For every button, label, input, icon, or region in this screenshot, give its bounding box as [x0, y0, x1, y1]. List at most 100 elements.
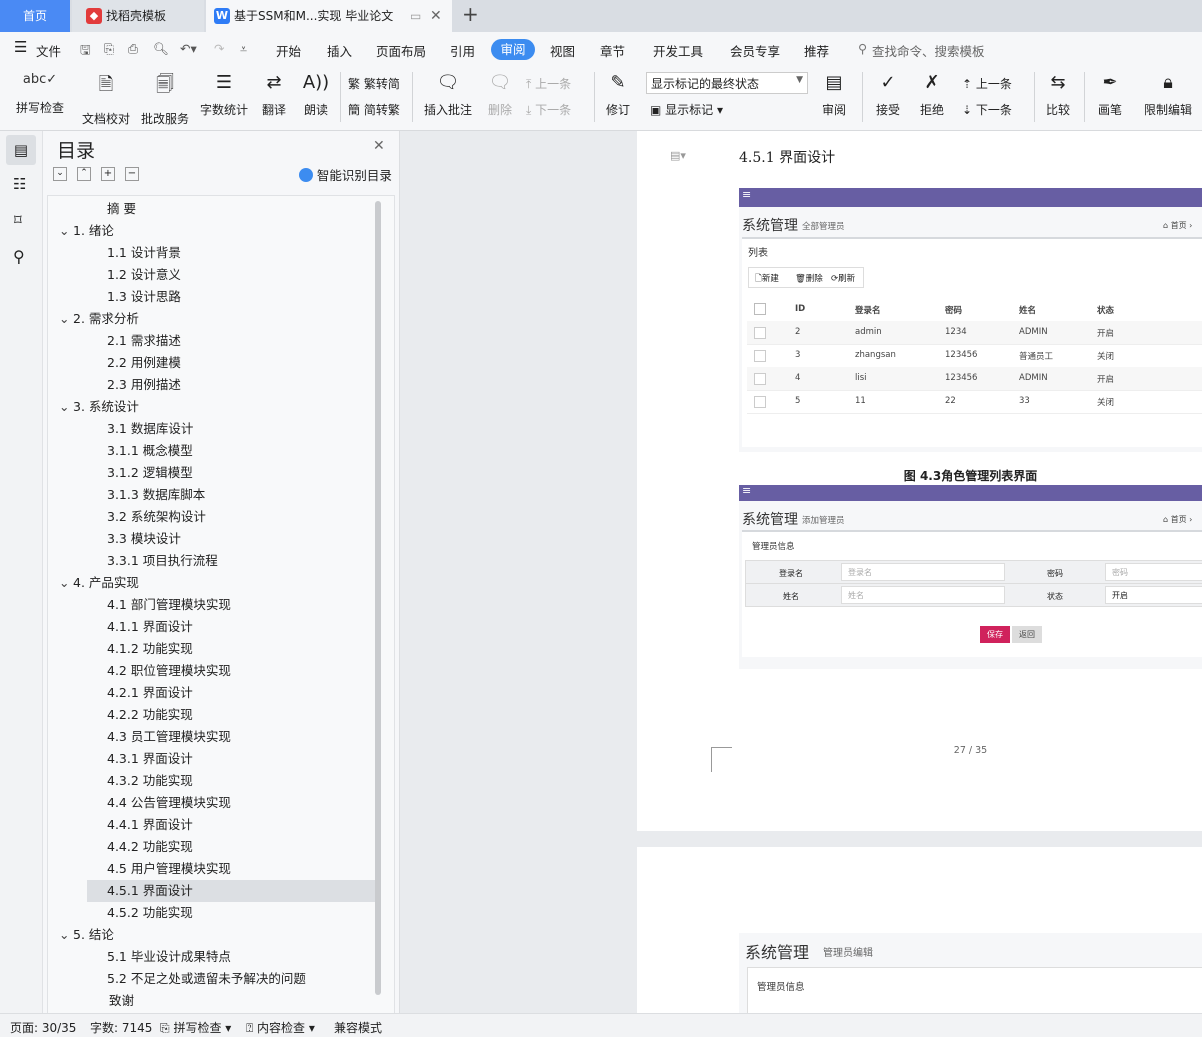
batch-service-button[interactable]: 🗐 批改服务 — [140, 72, 190, 127]
toc-item[interactable]: ⌄ 4. 产品实现 — [59, 572, 375, 594]
chevron-down-icon[interactable]: ⌄ — [59, 572, 73, 594]
toc-item[interactable]: 1.1 设计背景 — [87, 242, 375, 264]
delete-comment-button[interactable]: 🗨 删除 — [480, 72, 520, 118]
menu-start[interactable]: 开始 — [276, 41, 301, 60]
toc-view-icon[interactable]: ▤ — [6, 135, 36, 165]
toc-item[interactable]: 3.1.1 概念模型 — [87, 440, 375, 462]
more-chevron-icon[interactable]: ⩡ — [240, 41, 247, 57]
insert-comment-button[interactable]: 🗨 插入批注 — [420, 72, 476, 118]
undo-icon[interactable]: ↶▾ — [180, 41, 197, 56]
content-check-status[interactable]: ⍰ 内容检查 ▾ — [246, 1019, 315, 1036]
toc-item[interactable]: 3.3 模块设计 — [87, 528, 375, 550]
save-icon[interactable]: 🖫 — [80, 41, 91, 62]
toc-item[interactable]: 摘 要 — [87, 198, 375, 220]
page-indicator[interactable]: 页面: 30/35 — [10, 1019, 76, 1036]
review-button[interactable]: ▤ 审阅 — [816, 72, 852, 118]
toc-item[interactable]: ⌄ 2. 需求分析 — [59, 308, 375, 330]
toc-item[interactable]: 3.1.2 逻辑模型 — [87, 462, 375, 484]
add-level-icon[interactable]: + — [101, 167, 115, 181]
pin-icon[interactable]: ▭ — [410, 0, 421, 32]
menu-file[interactable]: 文件 — [36, 41, 61, 60]
toc-item[interactable]: 4.1 部门管理模块实现 — [87, 594, 375, 616]
hamburger-icon[interactable]: ☰ — [14, 38, 27, 56]
menu-developer[interactable]: 开发工具 — [653, 41, 703, 60]
next-comment-button[interactable]: ⤓ 下一条 — [526, 101, 571, 118]
close-tab-icon[interactable]: ✕ — [430, 0, 442, 32]
compare-button[interactable]: ⇆ 比较 — [1040, 72, 1076, 118]
close-panel-icon[interactable]: ✕ — [373, 138, 385, 154]
toc-item[interactable]: 2.2 用例建模 — [87, 352, 375, 374]
doc-proof-button[interactable]: 🗎 文档校对 — [80, 72, 132, 127]
redo-icon[interactable]: ↷ — [214, 41, 224, 56]
toc-item[interactable]: 4.3.2 功能实现 — [87, 770, 375, 792]
toc-item[interactable]: 4.2.1 界面设计 — [87, 682, 375, 704]
toc-item[interactable]: 5.1 毕业设计成果特点 — [87, 946, 375, 968]
menu-recommend[interactable]: 推荐 — [804, 41, 829, 60]
toc-item[interactable]: 4.4 公告管理模块实现 — [87, 792, 375, 814]
chevron-down-icon[interactable]: ⌄ — [59, 924, 73, 946]
markup-state-select[interactable]: 显示标记的最终状态 ▼ — [646, 72, 808, 94]
chevron-down-icon[interactable]: ⌄ — [59, 220, 73, 242]
toc-item[interactable]: 4.2 职位管理模块实现 — [87, 660, 375, 682]
search-icon[interactable]: ⚲ — [858, 41, 867, 56]
toc-item[interactable]: 1.3 设计思路 — [87, 286, 375, 308]
to-simplified-button[interactable]: 簡 简转繁 — [348, 101, 400, 118]
toc-item[interactable]: 4.3 员工管理模块实现 — [87, 726, 375, 748]
bookmark-icon[interactable]: ⌑ — [14, 211, 22, 229]
translate-button[interactable]: ⇄ 翻译 — [256, 72, 292, 118]
toc-item[interactable]: 2.3 用例描述 — [87, 374, 375, 396]
prev-comment-button[interactable]: ⤒ 上一条 — [526, 75, 571, 92]
export-pdf-icon[interactable]: ⎘ — [104, 41, 114, 57]
read-aloud-button[interactable]: A)) 朗读 — [300, 72, 332, 118]
menu-member[interactable]: 会员专享 — [730, 41, 780, 60]
toc-item-selected[interactable]: 4.5.1 界面设计 — [87, 880, 375, 902]
prev-change-button[interactable]: ⇡ 上一条 — [962, 75, 1012, 92]
menu-review[interactable]: 审阅 — [491, 39, 535, 60]
chevron-down-icon[interactable]: ⌄ — [59, 396, 73, 418]
toc-item[interactable]: 4.5 用户管理模块实现 — [87, 858, 375, 880]
toc-item[interactable]: 4.4.2 功能实现 — [87, 836, 375, 858]
menu-page-layout[interactable]: 页面布局 — [376, 41, 426, 60]
word-count-indicator[interactable]: 字数: 7145 — [90, 1019, 152, 1036]
toc-item[interactable]: 2.1 需求描述 — [87, 330, 375, 352]
to-traditional-button[interactable]: 繁 繁转简 — [348, 75, 400, 92]
toc-item[interactable]: 4.4.1 界面设计 — [87, 814, 375, 836]
restrict-edit-button[interactable]: 🔒︎ 限制编辑 — [1138, 72, 1198, 118]
find-icon[interactable]: ⚲ — [13, 247, 25, 266]
toc-item[interactable]: 4.5.2 功能实现 — [87, 902, 375, 924]
print-icon[interactable]: ⎙ — [128, 41, 138, 57]
new-tab-icon[interactable]: + — [462, 2, 479, 26]
toc-item[interactable]: 3.3.1 项目执行流程 — [87, 550, 375, 572]
expand-up-icon[interactable]: ⌃ — [77, 167, 91, 181]
pen-button[interactable]: ✒ 画笔 — [1092, 72, 1128, 118]
menu-view[interactable]: 视图 — [550, 41, 575, 60]
toc-item[interactable]: ⌄ 3. 系统设计 — [59, 396, 375, 418]
paragraph-icon[interactable]: ▤▾ — [670, 149, 686, 162]
outline-icon[interactable]: ☷ — [13, 175, 26, 193]
toc-scrollbar[interactable] — [375, 201, 381, 995]
tab-home[interactable]: 首页 — [0, 0, 70, 32]
reject-button[interactable]: ✗ 拒绝 — [914, 72, 950, 118]
revise-button[interactable]: ✎ 修订 — [600, 72, 636, 118]
spellcheck-button[interactable]: abc✓ 拼写检查 — [10, 72, 70, 116]
toc-item[interactable]: 4.1.2 功能实现 — [87, 638, 375, 660]
toc-item[interactable]: ⌄ 1. 绪论 — [59, 220, 375, 242]
toc-item[interactable]: 致谢 — [89, 990, 375, 1012]
spellcheck-status[interactable]: ⎘ 拼写检查 ▾ — [160, 1019, 231, 1036]
toc-item[interactable]: 3.1.3 数据库脚本 — [87, 484, 375, 506]
toc-item[interactable]: 4.3.1 界面设计 — [87, 748, 375, 770]
menu-insert[interactable]: 插入 — [327, 41, 352, 60]
tab-template[interactable]: ◆ 找稻壳模板 — [72, 0, 204, 32]
accept-button[interactable]: ✓ 接受 — [870, 72, 906, 118]
menu-references[interactable]: 引用 — [450, 41, 475, 60]
command-search-input[interactable]: 查找命令、搜索模板 — [872, 41, 985, 60]
show-markup-button[interactable]: ▣ 显示标记 ▾ — [650, 101, 723, 118]
collapse-all-icon[interactable]: ⌄ — [53, 167, 67, 181]
toc-item[interactable]: 4.1.1 界面设计 — [87, 616, 375, 638]
toc-item[interactable]: 4.2.2 功能实现 — [87, 704, 375, 726]
next-change-button[interactable]: ⇣ 下一条 — [962, 101, 1012, 118]
print-preview-icon[interactable]: 🔍︎ — [153, 41, 169, 57]
smart-detect-button[interactable]: 智能识别目录 — [299, 165, 392, 184]
remove-level-icon[interactable]: − — [125, 167, 139, 181]
word-count-button[interactable]: ☰ 字数统计 — [198, 72, 250, 118]
